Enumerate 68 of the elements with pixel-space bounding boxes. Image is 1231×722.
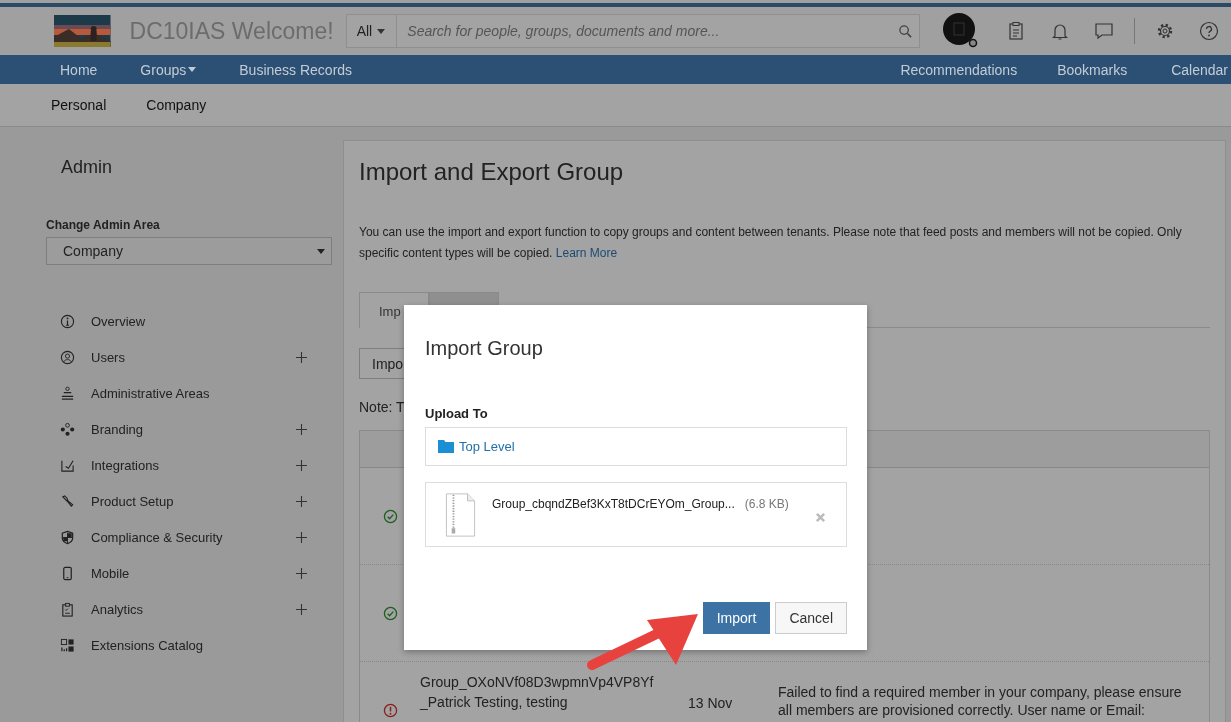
error-icon [382,702,398,718]
expand-icon[interactable] [296,567,307,579]
sidebar-item[interactable]: Administrative Areas [91,385,296,401]
table-cell-text: Failed to find a required member in your company, please ensure all members are provisioned correctly. User name or Email: [778,683,1183,719]
import-button[interactable]: Import [702,602,771,634]
folder-link[interactable]: Top Level [459,439,515,454]
wrench-icon [60,493,75,509]
table-cell-text: Group_OXoNVf08D3wpmnVp4VP8Yf [420,673,655,692]
caret-icon [377,28,386,34]
clipboard-icon[interactable] [1006,21,1026,41]
caret-icon [317,248,325,254]
file-size: (6.8 KB) [744,497,789,511]
info-icon [60,313,75,329]
expand-icon[interactable] [296,423,307,435]
folder-field[interactable]: Top Level [425,427,847,466]
sidebar-item[interactable]: Analytics [91,601,296,617]
sub-nav-link[interactable]: Company [146,97,207,113]
search-field[interactable]: Search for people, groups, documents and more... [397,14,920,48]
expand-icon[interactable] [296,351,307,363]
chat-icon[interactable] [1094,21,1114,41]
description: You can use the import and export function to copy groups and content between tenants. Please note that feed posts and members will not be copied. Only specific content types will be copied. Learn More [359,224,1183,262]
scope-dropdown[interactable]: All [345,14,398,48]
expand-icon[interactable] [296,459,307,471]
sidebar-item[interactable]: Integrations [91,457,296,473]
nav-link[interactable]: Business Records [239,61,353,78]
clipboard-icon [60,601,75,617]
phone-icon [60,565,75,581]
sidebar-item[interactable]: Users [91,349,296,365]
nav-link[interactable]: Recommendations [900,61,1018,78]
check-circle-icon [382,508,398,524]
sidebar-item[interactable]: Product Setup [91,493,296,509]
table-cell-text: _Patrick Testing, testing [420,693,569,712]
folder-icon [438,440,454,453]
help-icon[interactable] [1199,21,1219,41]
search-icon [898,24,913,39]
expand-icon[interactable] [296,495,307,507]
expand-icon[interactable] [296,531,307,543]
check-circle-icon [382,605,398,621]
sub-nav-link[interactable]: Personal [51,97,107,113]
settings-icon[interactable] [1155,21,1175,41]
nav-link[interactable]: Calendar [1171,61,1228,78]
zip-file-icon [444,493,477,537]
nav-link[interactable]: Bookmarks [1057,61,1128,78]
avatar-icon[interactable] [942,12,980,50]
cancel-button[interactable]: Cancel [775,602,847,634]
bell-icon[interactable] [1050,21,1070,41]
expand-icon[interactable] [296,603,307,615]
note-text: Note: T [359,399,405,415]
admin-area-dropdown[interactable]: Company [46,237,332,265]
sidebar-item[interactable]: Overview [91,313,296,329]
field-label: Change Admin Area [46,218,161,232]
nav-link[interactable]: Groups [140,61,197,78]
learn-more-link[interactable]: Learn More [555,246,618,260]
shield-icon [60,529,75,545]
grid-icon [60,637,75,653]
table-cell-text: 13 Nov [688,694,734,711]
file-name: Group_cbqndZBef3KxT8tDCrEYOm_Group... [492,497,735,511]
nav-link[interactable]: Home [60,61,98,78]
sidebar-title: Admin [61,157,114,178]
sidebar-item[interactable]: Extensions Catalog [91,637,296,653]
dots-icon [60,421,75,437]
hierarchy-icon [60,385,75,401]
sidebar-item[interactable]: Mobile [91,565,296,581]
sidebar-item[interactable]: Compliance & Security [91,529,296,545]
page-title: Import and Export Group [359,158,625,186]
user-icon [60,349,75,365]
sidebar-item[interactable]: Branding [91,421,296,437]
field-label: Upload To [425,406,489,421]
